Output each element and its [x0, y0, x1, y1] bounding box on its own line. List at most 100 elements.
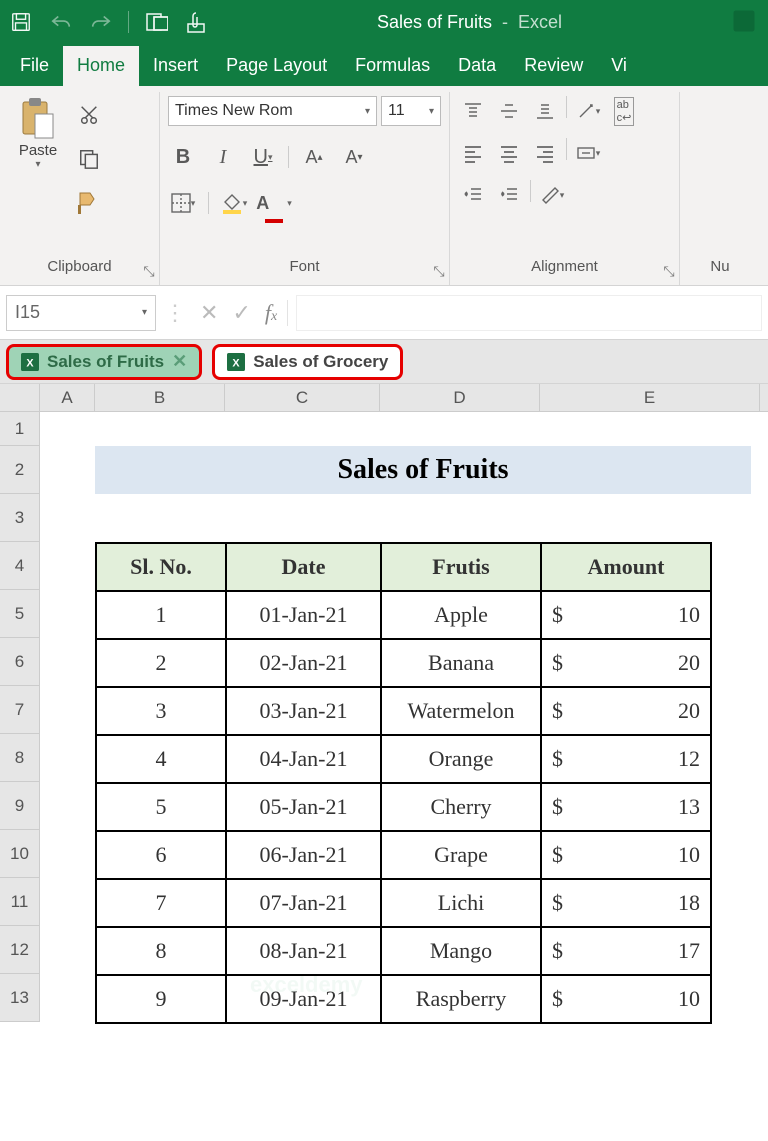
- table-cell[interactable]: 1: [96, 591, 226, 639]
- table-cell-amount[interactable]: $13: [541, 783, 711, 831]
- align-right-icon[interactable]: [530, 138, 560, 168]
- table-cell[interactable]: 06-Jan-21: [226, 831, 381, 879]
- select-all-corner[interactable]: [0, 384, 40, 411]
- workbook-tab-grocery[interactable]: X Sales of Grocery: [212, 344, 403, 380]
- table-cell[interactable]: 9: [96, 975, 226, 1023]
- col-header-b[interactable]: B: [95, 384, 225, 411]
- orientation-icon[interactable]: ▾: [573, 96, 603, 126]
- table-cell[interactable]: Apple: [381, 591, 541, 639]
- row-header[interactable]: 2: [0, 446, 40, 494]
- table-cell[interactable]: Banana: [381, 639, 541, 687]
- table-cell[interactable]: Cherry: [381, 783, 541, 831]
- account-icon[interactable]: [730, 7, 760, 38]
- row-header[interactable]: 6: [0, 638, 40, 686]
- row-header[interactable]: 7: [0, 686, 40, 734]
- table-cell[interactable]: 2: [96, 639, 226, 687]
- align-left-icon[interactable]: [458, 138, 488, 168]
- increase-font-icon[interactable]: A▴: [299, 142, 329, 172]
- row-header[interactable]: 3: [0, 494, 40, 542]
- table-cell-amount[interactable]: $10: [541, 591, 711, 639]
- name-box[interactable]: I15 ▾: [6, 295, 156, 331]
- table-cell[interactable]: 4: [96, 735, 226, 783]
- redo-icon[interactable]: [88, 9, 114, 35]
- merge-center-icon[interactable]: ▾: [573, 138, 603, 168]
- wrap-text-icon[interactable]: abc↩: [609, 96, 639, 126]
- align-middle-icon[interactable]: [494, 96, 524, 126]
- row-header[interactable]: 11: [0, 878, 40, 926]
- decrease-font-icon[interactable]: A▾: [339, 142, 369, 172]
- row-header[interactable]: 9: [0, 782, 40, 830]
- col-header-a[interactable]: A: [40, 384, 95, 411]
- format-painter-icon[interactable]: [74, 188, 104, 218]
- row-header[interactable]: 13: [0, 974, 40, 1022]
- fill-color-button[interactable]: ▾: [219, 188, 249, 218]
- align-top-icon[interactable]: [458, 96, 488, 126]
- table-cell[interactable]: 04-Jan-21: [226, 735, 381, 783]
- table-cell[interactable]: Raspberry: [381, 975, 541, 1023]
- alignment-launcher-icon[interactable]: ⤡: [661, 263, 677, 279]
- tab-file[interactable]: File: [6, 46, 63, 86]
- table-cell[interactable]: 05-Jan-21: [226, 783, 381, 831]
- table-cell-amount[interactable]: $20: [541, 687, 711, 735]
- tab-formulas[interactable]: Formulas: [341, 46, 444, 86]
- table-header[interactable]: Sl. No.: [96, 543, 226, 591]
- font-launcher-icon[interactable]: ⤡: [431, 263, 447, 279]
- underline-button[interactable]: U▾: [248, 142, 278, 172]
- table-cell-amount[interactable]: $18: [541, 879, 711, 927]
- table-header[interactable]: Frutis: [381, 543, 541, 591]
- font-name-select[interactable]: Times New Rom▾: [168, 96, 377, 126]
- table-header[interactable]: Date: [226, 543, 381, 591]
- save-icon[interactable]: [8, 9, 34, 35]
- row-header[interactable]: 12: [0, 926, 40, 974]
- table-cell[interactable]: 6: [96, 831, 226, 879]
- table-cell-amount[interactable]: $10: [541, 975, 711, 1023]
- table-cell-amount[interactable]: $20: [541, 639, 711, 687]
- tab-review[interactable]: Review: [510, 46, 597, 86]
- table-cell[interactable]: 03-Jan-21: [226, 687, 381, 735]
- orientation-alt-icon[interactable]: ▾: [537, 180, 567, 210]
- table-cell[interactable]: 5: [96, 783, 226, 831]
- align-bottom-icon[interactable]: [530, 96, 560, 126]
- enter-icon[interactable]: ✓: [232, 300, 250, 326]
- attach-icon[interactable]: [183, 9, 209, 35]
- font-size-select[interactable]: 11▾: [381, 96, 441, 126]
- table-cell[interactable]: 07-Jan-21: [226, 879, 381, 927]
- table-cell[interactable]: 01-Jan-21: [226, 591, 381, 639]
- table-cell[interactable]: 8: [96, 927, 226, 975]
- row-header[interactable]: 8: [0, 734, 40, 782]
- tab-page-layout[interactable]: Page Layout: [212, 46, 341, 86]
- sheet-title-cell[interactable]: Sales of Fruits: [95, 446, 751, 494]
- table-cell[interactable]: 09-Jan-21: [226, 975, 381, 1023]
- decrease-indent-icon[interactable]: [458, 180, 488, 210]
- workbook-tab-fruits[interactable]: X Sales of Fruits ✕: [6, 344, 202, 380]
- close-icon[interactable]: ✕: [172, 351, 187, 372]
- paste-button[interactable]: Paste ▾: [8, 96, 68, 170]
- fx-icon[interactable]: fx: [265, 300, 277, 326]
- row-header[interactable]: 10: [0, 830, 40, 878]
- tab-view[interactable]: Vi: [597, 46, 641, 86]
- italic-button[interactable]: I: [208, 142, 238, 172]
- table-cell[interactable]: Watermelon: [381, 687, 541, 735]
- table-cell[interactable]: 02-Jan-21: [226, 639, 381, 687]
- bold-button[interactable]: B: [168, 142, 198, 172]
- tab-data[interactable]: Data: [444, 46, 510, 86]
- increase-indent-icon[interactable]: [494, 180, 524, 210]
- table-cell[interactable]: 08-Jan-21: [226, 927, 381, 975]
- table-cell-amount[interactable]: $12: [541, 735, 711, 783]
- table-cell-amount[interactable]: $10: [541, 831, 711, 879]
- chevron-down-icon[interactable]: ▾: [142, 307, 147, 318]
- table-header[interactable]: Amount: [541, 543, 711, 591]
- table-cell[interactable]: Orange: [381, 735, 541, 783]
- table-cell[interactable]: Mango: [381, 927, 541, 975]
- col-header-d[interactable]: D: [380, 384, 540, 411]
- tab-home[interactable]: Home: [63, 46, 139, 86]
- table-cell[interactable]: 3: [96, 687, 226, 735]
- font-color-button[interactable]: A▾: [259, 188, 289, 218]
- table-cell-amount[interactable]: $17: [541, 927, 711, 975]
- cancel-icon[interactable]: ✕: [200, 300, 218, 326]
- formula-input[interactable]: [296, 295, 762, 331]
- clipboard-launcher-icon[interactable]: ⤡: [141, 263, 157, 279]
- row-header[interactable]: 4: [0, 542, 40, 590]
- new-file-icon[interactable]: [143, 9, 169, 35]
- align-center-icon[interactable]: [494, 138, 524, 168]
